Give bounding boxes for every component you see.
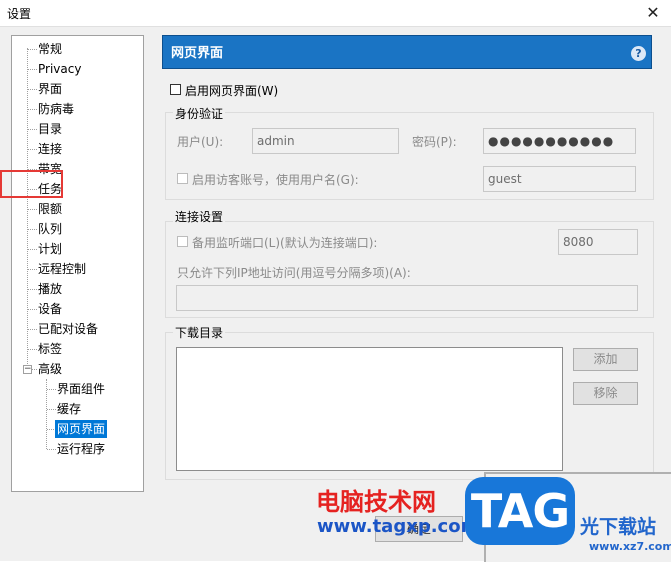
tree-item[interactable]: 已配对设备 — [38, 320, 98, 338]
tree-item[interactable]: 远程控制 — [38, 260, 86, 278]
tree-item[interactable]: Privacy — [38, 60, 81, 78]
auth-group-title: 身份验证 — [173, 105, 226, 122]
port-input[interactable]: 8080 — [558, 229, 638, 255]
ip-whitelist-input[interactable] — [176, 285, 638, 311]
panel-title: 网页界面 — [171, 46, 224, 61]
download-group-title: 下载目录 — [173, 324, 226, 341]
watermark-site-name: 电脑技术网 — [316, 488, 436, 516]
panel-header: 网页界面 ? — [162, 35, 652, 69]
tree-item[interactable]: 界面 — [38, 80, 62, 98]
tree-expander-icon[interactable]: − — [23, 365, 32, 374]
enable-web-ui-label: 启用网页界面(W) — [185, 84, 279, 98]
connection-group-title: 连接设置 — [173, 208, 226, 225]
guest-account-label: 启用访客账号，使用用户名(G): — [192, 173, 359, 187]
tree-item[interactable]: 限额 — [38, 200, 62, 218]
help-icon[interactable]: ? — [631, 46, 646, 61]
tree-child-item[interactable]: 缓存 — [57, 400, 81, 418]
tree-item[interactable]: 播放 — [38, 280, 62, 298]
user-input[interactable]: admin — [252, 128, 399, 154]
tree-item[interactable]: 目录 — [38, 120, 62, 138]
tree-item[interactable]: 标签 — [38, 340, 62, 358]
tree-item-selected[interactable]: 网页界面 — [55, 420, 108, 438]
tree-item[interactable]: 高级 — [38, 360, 62, 378]
guest-username-input[interactable]: guest — [483, 166, 636, 192]
watermark-site-url: www.tagxp.com — [317, 516, 480, 537]
tree-item[interactable]: 计划 — [38, 240, 62, 258]
tree-item[interactable]: 设备 — [38, 300, 62, 318]
tag-logo: TAG — [465, 477, 575, 545]
highlight-box — [0, 170, 63, 198]
password-input[interactable]: ●●●●●●●●●●● — [483, 128, 636, 154]
tree-item[interactable]: 常规 — [38, 40, 62, 58]
alt-port-label: 备用监听端口(L)(默认为连接端口): — [192, 236, 378, 250]
title-bar: 设置 ✕ — [0, 0, 671, 26]
guest-account-checkbox[interactable] — [177, 173, 188, 184]
tree-item[interactable]: 队列 — [38, 220, 62, 238]
tree-child-item[interactable]: 运行程序 — [57, 440, 105, 458]
enable-web-ui-checkbox[interactable] — [170, 84, 181, 95]
password-label: 密码(P): — [412, 135, 457, 149]
tree-item[interactable]: 防病毒 — [38, 100, 74, 118]
tree-child-item[interactable]: 界面组件 — [57, 380, 105, 398]
settings-tree[interactable]: 常规 Privacy 界面 防病毒 目录 连接 带宽 任务 限额 队列 计划 远程控制 播放 设备 已配对设… — [11, 35, 144, 492]
ip-whitelist-label: 只允许下列IP地址访问(用逗号分隔多项)(A): — [177, 266, 411, 280]
user-label: 用户(U): — [177, 135, 224, 149]
add-button[interactable]: 添加 — [573, 348, 638, 371]
close-icon[interactable]: ✕ — [641, 1, 665, 25]
download-dir-list[interactable] — [176, 347, 563, 471]
watermark-right-url: www.xz7.com — [589, 540, 671, 553]
window-title: 设置 — [7, 7, 32, 21]
watermark-right-text: 光下载站 — [580, 516, 657, 538]
alt-port-checkbox[interactable] — [177, 236, 188, 247]
remove-button[interactable]: 移除 — [573, 382, 638, 405]
tree-item[interactable]: 连接 — [38, 140, 62, 158]
